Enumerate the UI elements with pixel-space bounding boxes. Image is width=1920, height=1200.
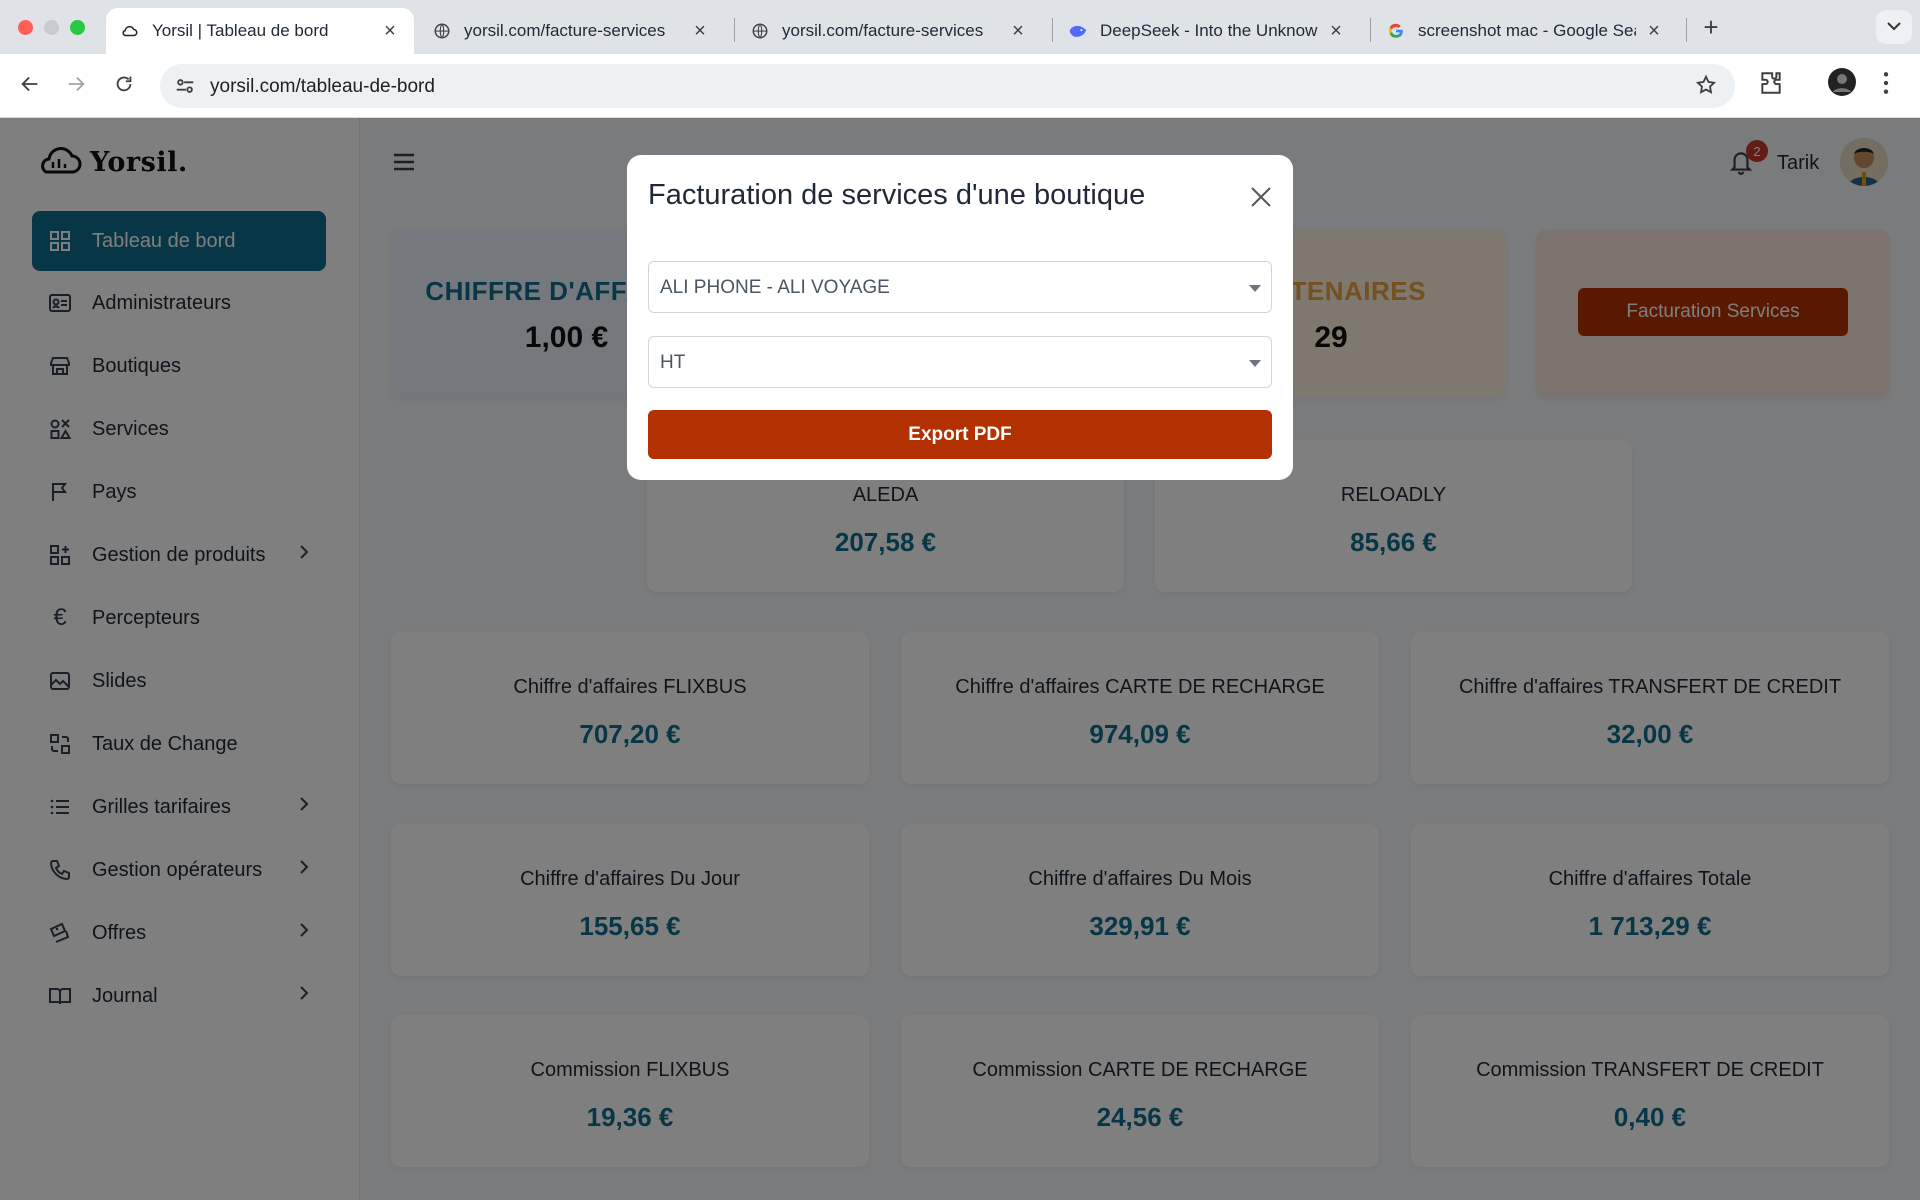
tax-select-value: HT	[660, 352, 686, 373]
tax-mode-select[interactable]: HT	[648, 336, 1272, 388]
facturation-modal: Facturation de services d'une boutique A…	[627, 155, 1293, 480]
close-icon[interactable]: ×	[690, 20, 710, 42]
reload-icon	[113, 73, 135, 100]
close-icon[interactable]: ×	[1326, 20, 1346, 42]
modal-title: Facturation de services d'une boutique	[648, 179, 1146, 211]
cloud-icon	[120, 21, 140, 41]
tab-title: yorsil.com/facture-services	[782, 21, 984, 40]
close-icon[interactable]: ×	[380, 20, 400, 42]
url-text: yorsil.com/tableau-de-bord	[210, 76, 435, 97]
extensions-icon[interactable]	[1758, 70, 1784, 101]
browser-tab[interactable]: yorsil.com/facture-services ×	[736, 8, 1042, 54]
minimize-window-button[interactable]	[44, 20, 59, 35]
star-icon[interactable]	[1695, 74, 1717, 101]
caret-down-icon	[1249, 360, 1261, 367]
browser-toolbar: yorsil.com/tableau-de-bord	[0, 54, 1920, 118]
browser-tab-active[interactable]: Yorsil | Tableau de bord ×	[106, 8, 414, 54]
browser-tab[interactable]: yorsil.com/facture-services ×	[418, 8, 724, 54]
site-settings-icon[interactable]	[174, 75, 196, 102]
export-pdf-button[interactable]: Export PDF	[648, 410, 1272, 459]
profile-avatar[interactable]	[1828, 68, 1856, 101]
tab-separator	[1370, 18, 1371, 42]
browser-tab[interactable]: DeepSeek - Into the Unknown ×	[1054, 8, 1360, 54]
tab-separator	[734, 18, 735, 42]
shop-select-value: ALI PHONE - ALI VOYAGE	[660, 277, 890, 298]
new-tab-button[interactable]: +	[1696, 12, 1726, 42]
caret-down-icon	[1249, 285, 1261, 292]
close-icon[interactable]: ×	[1644, 20, 1664, 42]
google-icon	[1386, 21, 1406, 41]
close-window-button[interactable]	[18, 20, 33, 35]
arrow-right-icon	[65, 73, 87, 100]
globe-icon	[750, 21, 770, 41]
close-icon[interactable]	[1247, 183, 1275, 211]
maximize-window-button[interactable]	[70, 20, 85, 35]
tab-separator	[1686, 18, 1687, 42]
browser-tab-bar: Yorsil | Tableau de bord × yorsil.com/fa…	[0, 0, 1920, 54]
close-icon[interactable]: ×	[1008, 20, 1028, 42]
tab-title: Yorsil | Tableau de bord	[152, 21, 329, 40]
whale-icon	[1068, 21, 1088, 41]
chevron-down-icon	[1886, 18, 1902, 36]
tab-title: DeepSeek - Into the Unknown	[1100, 21, 1318, 40]
browser-tab[interactable]: screenshot mac - Google Search ×	[1372, 8, 1678, 54]
forward-button[interactable]	[60, 70, 92, 102]
back-button[interactable]	[14, 70, 46, 102]
address-bar[interactable]: yorsil.com/tableau-de-bord	[160, 64, 1735, 108]
arrow-left-icon	[19, 73, 41, 100]
reload-button[interactable]	[108, 70, 140, 102]
more-options-icon[interactable]	[1880, 70, 1892, 101]
tab-search-button[interactable]	[1876, 10, 1912, 44]
tab-title: yorsil.com/facture-services	[464, 21, 666, 40]
shop-select[interactable]: ALI PHONE - ALI VOYAGE	[648, 261, 1272, 313]
tab-separator	[1052, 18, 1053, 42]
globe-icon	[432, 21, 452, 41]
tab-title: screenshot mac - Google Search	[1418, 21, 1636, 40]
